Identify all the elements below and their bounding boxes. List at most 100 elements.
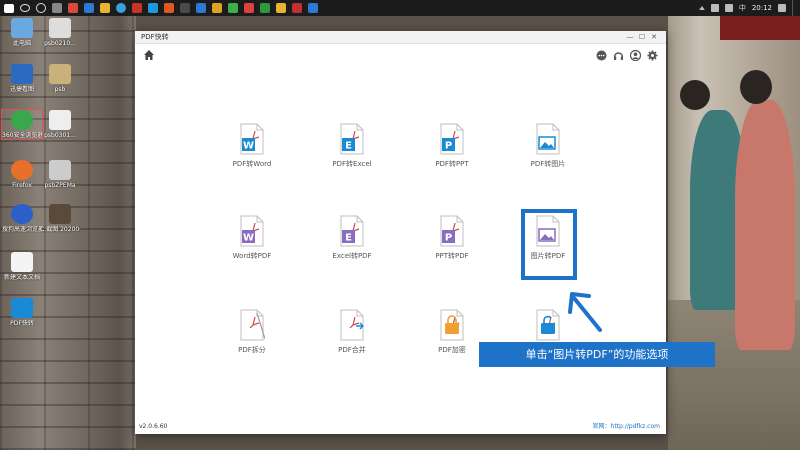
image-thumbnail-icon — [49, 18, 71, 38]
taskbar-app-icon[interactable] — [276, 3, 286, 13]
tool-pdf-to-excel[interactable]: E PDF转Excel — [307, 123, 397, 183]
app-toolbar — [135, 44, 666, 66]
tutorial-caption: 单击“图片转PDF”的功能选项 — [479, 342, 715, 367]
desktop-icon-360-browser[interactable]: 360安全浏览器 — [1, 109, 43, 140]
tool-pdf-to-word[interactable]: W PDF转Word — [207, 123, 297, 183]
desktop-icon-sogou-browser[interactable]: 搜狗高速浏览器 — [2, 204, 42, 233]
desktop-icon-image[interactable]: C:截图 2020060... — [40, 204, 80, 233]
window-title: PDF快转 — [141, 33, 169, 41]
taskbar-app-icon[interactable] — [164, 3, 174, 13]
tool-excel-to-pdf[interactable]: E Excel转PDF — [307, 215, 397, 275]
ppt-to-pdf-icon: P — [439, 215, 465, 247]
taskbar-app-icon[interactable] — [196, 3, 206, 13]
desktop-icon-image[interactable]: psbZPEMa — [40, 160, 80, 189]
volume-icon[interactable] — [724, 4, 733, 12]
wallpaper-person-head — [740, 70, 772, 104]
tool-label: Word转PDF — [232, 252, 272, 260]
system-tray: 中 20:12 — [698, 3, 786, 13]
desktop-icon-this-pc[interactable]: 此电脑 — [2, 18, 42, 47]
headset-icon[interactable] — [613, 50, 624, 61]
chevron-up-icon[interactable] — [698, 6, 705, 10]
tool-label: PDF合并 — [338, 346, 366, 354]
desktop-icon-image[interactable]: psb0210... — [40, 18, 80, 47]
task-view-icon[interactable] — [52, 3, 62, 13]
tool-ppt-to-pdf[interactable]: P PPT转PDF — [407, 215, 497, 275]
browser-icon — [11, 204, 33, 224]
tool-label: PDF转PPT — [435, 160, 469, 168]
edge-icon[interactable] — [84, 3, 94, 13]
wallpaper-person-head — [680, 80, 710, 110]
show-desktop-button[interactable] — [792, 0, 796, 16]
pdf-merge-icon — [339, 309, 365, 341]
pdf-to-excel-icon: E — [339, 123, 365, 155]
tool-label: Excel转PDF — [332, 252, 372, 260]
pdf-decrypt-icon — [535, 309, 561, 341]
desktop-icon-firefox[interactable]: Firefox — [2, 160, 42, 189]
home-icon[interactable] — [143, 49, 155, 61]
tool-pdf-split[interactable]: PDF拆分 — [207, 309, 297, 369]
tutorial-arrow — [566, 290, 606, 334]
desktop-icon-text-document[interactable]: 新建文本文档 — [2, 252, 42, 281]
search-icon[interactable] — [20, 4, 30, 12]
chat-icon[interactable] — [596, 50, 607, 61]
image-thumbnail-icon — [49, 110, 71, 130]
desktop-icon-image[interactable]: psb — [40, 64, 80, 93]
pdf-to-image-icon — [535, 123, 561, 155]
website-link[interactable]: 官网：http://pdfkz.com — [593, 421, 660, 430]
taskbar-app-icon[interactable] — [260, 3, 270, 13]
pdf-split-icon — [239, 309, 265, 341]
pdf-app-icon — [11, 298, 33, 318]
svg-text:P: P — [445, 141, 452, 152]
taskbar-app-icon[interactable] — [148, 3, 158, 13]
desktop-icon-pdf-kuaizhuan[interactable]: PDF快转 — [2, 298, 42, 327]
tool-label: PDF转图片 — [530, 160, 566, 168]
chrome-icon[interactable] — [116, 3, 126, 13]
tool-pdf-to-image[interactable]: PDF转图片 — [503, 123, 593, 183]
wallpaper-banner — [720, 16, 800, 40]
tool-label: PDF转Excel — [332, 160, 372, 168]
tutorial-highlight-box — [521, 209, 577, 280]
ime-indicator[interactable]: 中 — [739, 3, 746, 13]
cortana-icon[interactable] — [36, 3, 46, 13]
tool-word-to-pdf[interactable]: W Word转PDF — [207, 215, 297, 275]
image-thumbnail-icon — [49, 160, 71, 180]
pdf-kuaizhuan-window: PDF快转 — ☐ ✕ W PDF转Word E PDF转Excel P PDF… — [135, 31, 666, 434]
pdf-to-word-icon: W — [239, 123, 265, 155]
pdf-kuaizhuan-taskbar-icon[interactable] — [308, 3, 318, 13]
wechat-icon[interactable] — [228, 3, 238, 13]
tool-label: PDF转Word — [232, 160, 272, 168]
computer-icon — [11, 18, 33, 38]
file-explorer-icon[interactable] — [100, 3, 110, 13]
taskbar-app-icon[interactable] — [212, 3, 222, 13]
taskbar-app-icon[interactable] — [132, 3, 142, 13]
version-label: v2.0.6.60 — [139, 423, 168, 430]
desktop-icon-xunjie-viewer[interactable]: 迅捷看图 — [2, 64, 42, 93]
image-thumbnail-icon — [49, 204, 71, 224]
close-icon[interactable]: ✕ — [648, 33, 660, 41]
svg-text:E: E — [345, 233, 352, 244]
network-icon[interactable] — [710, 4, 719, 12]
taskbar-app-icon[interactable] — [68, 3, 78, 13]
notification-icon[interactable] — [778, 4, 786, 12]
tool-pdf-merge[interactable]: PDF合并 — [307, 309, 397, 369]
tool-pdf-to-ppt[interactable]: P PDF转PPT — [407, 123, 497, 183]
window-titlebar[interactable]: PDF快转 — ☐ ✕ — [135, 31, 666, 44]
taskbar-app-icon[interactable] — [292, 3, 302, 13]
minimize-icon[interactable]: — — [624, 33, 636, 41]
taskbar-app-icon[interactable] — [180, 3, 190, 13]
windows-start-icon[interactable] — [4, 3, 14, 13]
pdf-to-ppt-icon: P — [439, 123, 465, 155]
maximize-icon[interactable]: ☐ — [636, 33, 648, 41]
taskbar: 中 20:12 — [0, 0, 800, 16]
user-icon[interactable] — [630, 49, 641, 61]
text-file-icon — [11, 252, 33, 272]
taskbar-app-icon[interactable] — [244, 3, 254, 13]
pdf-encrypt-icon — [439, 309, 465, 341]
settings-gear-icon[interactable] — [647, 50, 658, 61]
browser-icon — [11, 110, 33, 130]
word-to-pdf-icon: W — [239, 215, 265, 247]
clock[interactable]: 20:12 — [752, 4, 772, 12]
svg-text:P: P — [445, 233, 452, 244]
desktop-icon-image[interactable]: psb0301... — [40, 110, 80, 139]
firefox-icon — [11, 160, 33, 180]
